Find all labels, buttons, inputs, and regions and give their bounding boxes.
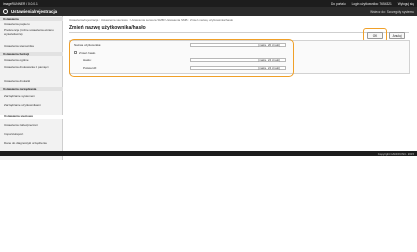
sidebar-item-preferences[interactable]: Preferencje (różne ustawienia ekranu wyś… bbox=[0, 28, 63, 36]
title-bar: Ustawienia/rejestracja Wstecz do: Szczeg… bbox=[0, 7, 417, 16]
title-divider bbox=[69, 31, 409, 32]
ok-button[interactable]: OK bbox=[367, 31, 383, 39]
sidebar-item-system[interactable]: Zarządzanie systemem bbox=[0, 94, 63, 99]
top-links: Do portalu Login użytkownika: 7654321 Wy… bbox=[326, 2, 414, 6]
sidebar-section-function: Ustawienia funkcji bbox=[0, 52, 63, 57]
sidebar-item-paper[interactable]: Ustawienia papieru bbox=[0, 22, 63, 27]
back-link[interactable]: Wstecz do: Szczegóły systemu bbox=[370, 10, 414, 14]
top-bar: imageRUNNER / 0.0.0.1 Do portalu Login u… bbox=[0, 0, 417, 7]
sidebar-item-printer[interactable]: Ustawienia drukarki bbox=[0, 79, 63, 84]
footer: Copyright CANON INC. 2015 bbox=[0, 151, 417, 156]
cancel-button[interactable]: Anuluj bbox=[389, 31, 405, 39]
sidebar: Ustawienia Ustawienia papieru Preferencj… bbox=[0, 16, 63, 160]
sidebar-item-diagnostics[interactable]: Dane do diagnostyki urządzenia bbox=[0, 141, 63, 146]
form-highlight bbox=[68, 38, 294, 77]
settings-logo-icon bbox=[3, 9, 8, 14]
portal-link[interactable]: Do portalu bbox=[331, 2, 346, 6]
sidebar-item-driver[interactable]: Ustawienia sterownika bbox=[0, 44, 63, 49]
main-content: Ustawienia/rejestracja : Ustawienia siec… bbox=[64, 16, 417, 160]
page-title: Zmień nazwę użytkownika/hasło bbox=[69, 24, 146, 31]
sidebar-item-import-export[interactable]: Import/eksport bbox=[0, 132, 63, 137]
app-title: Ustawienia/rejestracja bbox=[11, 9, 58, 14]
login-user-text: Login użytkownika: 7654321 bbox=[351, 1, 392, 6]
sidebar-section-settings: Ustawienia bbox=[0, 17, 63, 22]
sidebar-item-users[interactable]: Zarządzanie użytkownikami bbox=[0, 103, 63, 108]
sidebar-item-general[interactable]: Ustawienia ogólne bbox=[0, 58, 63, 63]
copyright-text: Copyright CANON INC. 2015 bbox=[377, 151, 414, 156]
sidebar-section-management: Ustawienia zarządzania bbox=[0, 87, 63, 92]
sidebar-item-security[interactable]: Ustawienia zabezpieczeń bbox=[0, 123, 63, 128]
logout-link[interactable]: Wyloguj się bbox=[398, 2, 414, 6]
breadcrumb: Ustawienia/rejestracja : Ustawienia siec… bbox=[69, 18, 234, 22]
device-name: imageRUNNER / 0.0.0.1 bbox=[3, 1, 38, 6]
sidebar-item-network[interactable]: Ustawienia sieciowe bbox=[0, 114, 63, 119]
sidebar-item-memory-print[interactable]: Ustawienia drukowania z pamięci bbox=[0, 65, 63, 70]
